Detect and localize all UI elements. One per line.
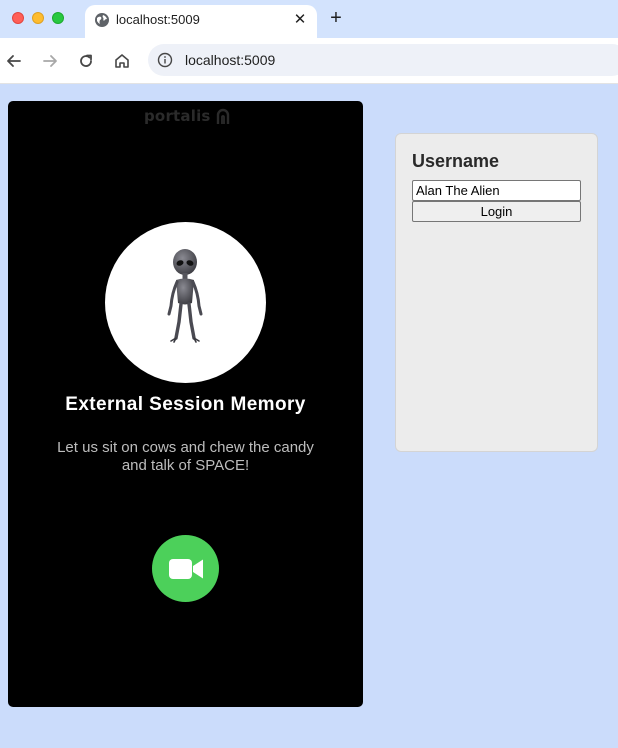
- portal-arch-icon: [216, 108, 229, 124]
- new-tab-button[interactable]: +: [327, 8, 345, 28]
- url-text[interactable]: localhost:5009: [185, 52, 275, 68]
- video-camera-icon: [168, 558, 203, 579]
- globe-icon: [95, 13, 109, 27]
- brand-logo: portalis: [144, 107, 230, 125]
- start-video-call-button[interactable]: [152, 535, 219, 602]
- minimize-window-button[interactable]: [32, 12, 44, 24]
- username-heading: Username: [412, 151, 500, 171]
- avatar: [105, 222, 266, 383]
- browser-tab-strip: localhost:5009 ✕ +: [0, 0, 618, 38]
- maximize-window-button[interactable]: [52, 12, 64, 24]
- forward-arrow-icon[interactable]: [40, 51, 60, 71]
- call-card: portalis External Session Memory Let us …: [8, 101, 363, 707]
- session-title: External Session Memory: [65, 394, 306, 415]
- session-subtitle: Let us sit on cows and chew the candy an…: [57, 439, 314, 474]
- username-input[interactable]: [412, 180, 581, 201]
- alien-figure: [167, 249, 203, 343]
- login-button[interactable]: Login: [412, 201, 581, 222]
- browser-toolbar: localhost:5009: [0, 38, 618, 84]
- browser-tab[interactable]: localhost:5009 ✕: [85, 5, 317, 38]
- brand-name: portalis: [144, 107, 211, 125]
- close-window-button[interactable]: [12, 12, 24, 24]
- home-icon[interactable]: [112, 51, 132, 71]
- login-panel: Username Login: [395, 133, 598, 452]
- back-arrow-icon[interactable]: [4, 51, 24, 71]
- address-bar[interactable]: localhost:5009: [148, 44, 618, 76]
- info-icon[interactable]: [157, 52, 173, 68]
- tab-title: localhost:5009: [116, 12, 200, 27]
- reload-icon[interactable]: [76, 51, 96, 71]
- close-icon[interactable]: ✕: [291, 10, 309, 28]
